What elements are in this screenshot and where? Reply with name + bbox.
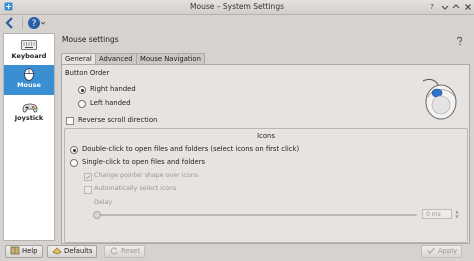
sidebar-item-mouse[interactable]: Mouse (4, 65, 54, 95)
defaults-button[interactable]: Defaults (47, 245, 98, 259)
reverse-scroll-label[interactable]: Reverse scroll direction (78, 116, 157, 124)
single-click-radio[interactable] (70, 159, 78, 167)
icons-group-title: Icons (257, 132, 275, 140)
joystick-icon (21, 101, 38, 113)
sidebar-item-label: Joystick (14, 114, 44, 122)
apply-button-label: Apply (438, 247, 458, 255)
delay-label: Delay (94, 199, 113, 206)
delay-value: 0 ms (426, 211, 441, 218)
double-click-label[interactable]: Double-click to open files and folders (… (82, 145, 299, 153)
keyboard-icon (21, 39, 37, 51)
minimize-icon[interactable] (441, 3, 449, 11)
mouse-icon (21, 68, 37, 81)
delay-slider-track[interactable] (95, 214, 417, 216)
auto-select-checkbox[interactable] (84, 186, 92, 194)
tab-mouse-navigation[interactable]: Mouse Navigation (136, 53, 205, 64)
icons-group: Icons Double-click to open files and fol… (64, 128, 468, 243)
general-tab-panel: Button Order Right handed Left handed Re… (61, 64, 470, 244)
tab-advanced[interactable]: Advanced (95, 53, 137, 64)
left-handed-radio[interactable] (78, 100, 86, 108)
window-title: Mouse – System Settings (190, 2, 284, 11)
help-icon[interactable]: ? (428, 3, 436, 11)
sidebar-item-label: Keyboard (11, 52, 47, 60)
help-button[interactable]: Help (5, 245, 43, 258)
reset-icon (109, 246, 119, 259)
page-title: Mouse settings (62, 35, 119, 44)
defaults-icon (52, 246, 62, 259)
reset-button[interactable]: Reset (104, 245, 145, 258)
left-handed-label[interactable]: Left handed (90, 99, 131, 107)
delay-slider-handle[interactable] (93, 211, 101, 219)
delay-spinbox[interactable]: 0 ms (422, 209, 452, 219)
category-sidebar: Keyboard Mouse Joystick (3, 33, 55, 241)
right-handed-label[interactable]: Right handed (90, 85, 136, 93)
back-arrow-icon[interactable] (3, 16, 17, 30)
close-icon[interactable] (464, 3, 472, 11)
single-click-label[interactable]: Single-click to open files and folders (82, 158, 205, 166)
sidebar-item-label: Mouse (17, 81, 41, 89)
auto-select-label: Automatically select icons (94, 185, 177, 192)
toolbar-separator (22, 17, 23, 29)
defaults-button-label: Defaults (64, 247, 93, 255)
sidebar-item-keyboard[interactable]: Keyboard (4, 36, 54, 64)
spin-arrows-icon[interactable]: ▲ ▼ (454, 209, 460, 219)
reset-button-label: Reset (121, 247, 140, 255)
help-book-icon (10, 246, 20, 259)
sidebar-item-joystick[interactable]: Joystick (4, 98, 54, 128)
right-handed-radio[interactable] (78, 86, 86, 94)
mouse-illustration (417, 75, 461, 121)
button-order-label: Button Order (65, 69, 110, 77)
maximize-icon[interactable] (452, 3, 460, 11)
help-button-label: Help (22, 247, 38, 255)
apply-check-icon (426, 246, 436, 259)
toolbar: ? (0, 14, 474, 32)
whats-this-icon[interactable] (455, 36, 464, 46)
reverse-scroll-checkbox[interactable] (66, 117, 74, 125)
title-bar: Mouse – System Settings ? (0, 0, 474, 15)
double-click-radio[interactable] (70, 146, 78, 154)
change-pointer-label: Change pointer shape over icons (94, 172, 199, 179)
button-bar: Help Defaults Reset Apply (0, 241, 474, 261)
help-menu-icon[interactable]: ? (27, 16, 46, 30)
change-pointer-checkbox[interactable] (84, 173, 92, 181)
svg-text:?: ? (32, 19, 37, 29)
apply-button[interactable]: Apply (421, 245, 463, 259)
